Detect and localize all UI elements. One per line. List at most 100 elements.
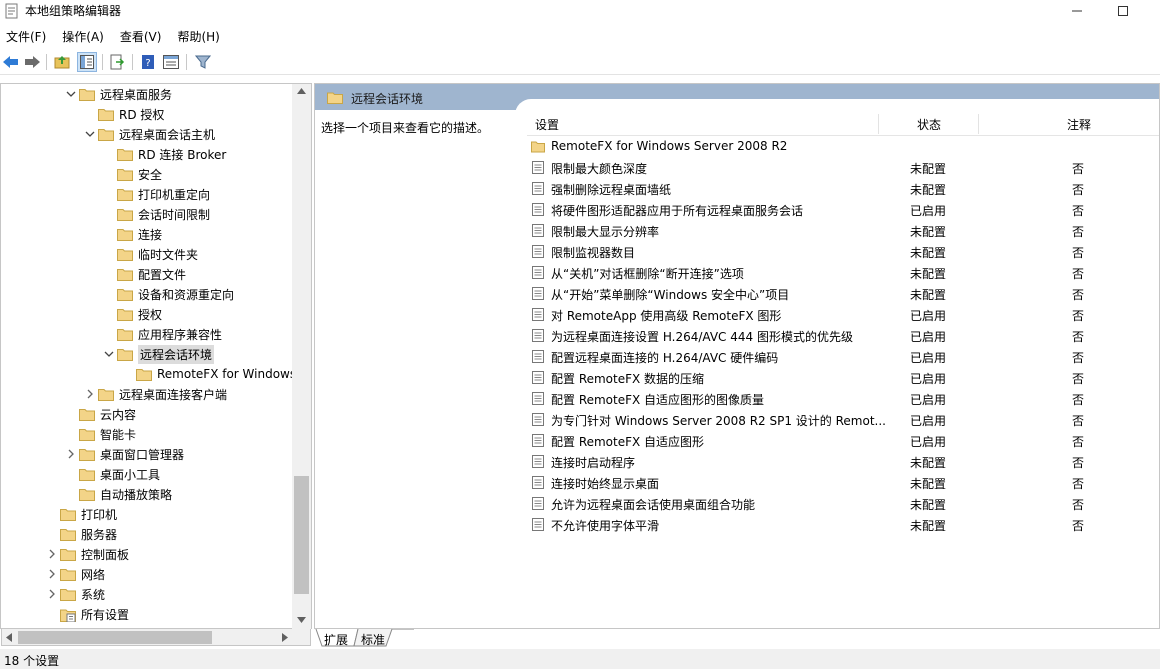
tree-node[interactable]: 设备和资源重定向 xyxy=(101,284,234,304)
menu-help[interactable]: 帮助(H) xyxy=(171,26,219,46)
setting-icon xyxy=(532,203,544,216)
tree-node[interactable]: 控制面板 xyxy=(44,544,129,564)
tree-node[interactable]: 网络 xyxy=(44,564,105,584)
setting-icon xyxy=(532,455,544,468)
tab-extended[interactable]: 扩展 xyxy=(324,629,348,647)
chevron-right-icon[interactable] xyxy=(63,444,79,464)
maximize-button[interactable] xyxy=(1100,0,1146,22)
setting-row[interactable]: 配置 RemoteFX 自适应图形 已启用 否 xyxy=(532,430,1152,451)
setting-row[interactable]: 为远程桌面连接设置 H.264/AVC 444 图形模式的优先级 已启用 否 xyxy=(532,325,1152,346)
tree-node[interactable]: 云内容 xyxy=(63,404,136,424)
column-comment[interactable]: 注释 xyxy=(1067,116,1091,133)
setting-name: 配置远程桌面连接的 H.264/AVC 硬件编码 xyxy=(551,351,779,365)
back-arrow-icon xyxy=(3,56,18,68)
chevron-right-icon[interactable] xyxy=(44,544,60,564)
tree-node[interactable]: 连接 xyxy=(101,224,162,244)
setting-row[interactable]: 连接时启动程序 未配置 否 xyxy=(532,451,1152,472)
setting-row[interactable]: 对 RemoteApp 使用高级 RemoteFX 图形 已启用 否 xyxy=(532,304,1152,325)
tree-node[interactable]: 远程桌面会话主机 xyxy=(82,124,215,144)
tree-node[interactable]: 打印机重定向 xyxy=(101,184,210,204)
setting-icon xyxy=(532,224,544,237)
setting-name: 从“关机”对话框删除“断开连接”选项 xyxy=(551,267,744,281)
menu-action[interactable]: 操作(A) xyxy=(56,26,104,46)
setting-row[interactable]: 从“关机”对话框删除“断开连接”选项 未配置 否 xyxy=(532,262,1152,283)
column-divider[interactable] xyxy=(878,114,879,134)
setting-row[interactable]: 限制最大颜色深度 未配置 否 xyxy=(532,157,1152,178)
show-hide-tree-button[interactable] xyxy=(77,52,97,72)
tree-node[interactable]: 临时文件夹 xyxy=(101,244,198,264)
setting-icon xyxy=(532,497,544,510)
up-folder-button[interactable] xyxy=(52,52,72,72)
chevron-right-icon[interactable] xyxy=(44,584,60,604)
setting-state: 未配置 xyxy=(910,162,947,176)
setting-row[interactable]: 从“开始”菜单删除“Windows 安全中心”项目 未配置 否 xyxy=(532,283,1152,304)
tree-node[interactable]: 安全 xyxy=(101,164,162,184)
tree-node-label: 远程桌面连接客户端 xyxy=(119,387,228,402)
tree-node[interactable]: 远程会话环境 xyxy=(101,344,215,364)
setting-row[interactable]: 允许为远程桌面会话使用桌面组合功能 未配置 否 xyxy=(532,493,1152,514)
setting-row[interactable]: 限制最大显示分辨率 未配置 否 xyxy=(532,220,1152,241)
minimize-button[interactable] xyxy=(1054,0,1100,22)
tree-node[interactable]: 自动播放策略 xyxy=(63,484,172,504)
tree-node-label: 安全 xyxy=(138,167,163,182)
setting-name: 对 RemoteApp 使用高级 RemoteFX 图形 xyxy=(551,309,782,323)
menu-view[interactable]: 查看(V) xyxy=(114,26,162,46)
properties-button[interactable] xyxy=(161,52,181,72)
tree-node[interactable]: 桌面小工具 xyxy=(63,464,160,484)
folder-icon xyxy=(117,188,133,201)
filter-button[interactable] xyxy=(193,52,213,72)
setting-state: 已启用 xyxy=(910,435,947,449)
export-list-button[interactable] xyxy=(107,52,127,72)
tab-standard[interactable]: 标准 xyxy=(361,629,385,647)
tree-node[interactable]: RD 授权 xyxy=(82,104,164,124)
menu-file[interactable]: 文件(F) xyxy=(0,26,46,46)
scroll-thumb[interactable] xyxy=(18,631,212,644)
setting-row[interactable]: 强制删除远程桌面墙纸 未配置 否 xyxy=(532,178,1152,199)
setting-state: 已启用 xyxy=(910,204,947,218)
setting-row[interactable]: 为专门针对 Windows Server 2008 R2 SP1 设计的 Rem… xyxy=(532,409,1152,430)
back-button[interactable] xyxy=(1,52,21,72)
setting-row[interactable]: 限制监视器数目 未配置 否 xyxy=(532,241,1152,262)
scroll-thumb[interactable] xyxy=(294,476,309,594)
setting-row[interactable]: 将硬件图形适配器应用于所有远程桌面服务会话 已启用 否 xyxy=(532,199,1152,220)
setting-row[interactable]: 不允许使用字体平滑 未配置 否 xyxy=(532,514,1152,535)
setting-state: 已启用 xyxy=(910,414,947,428)
pane-title: 远程会话环境 xyxy=(351,92,424,106)
chevron-down-icon[interactable] xyxy=(63,84,79,104)
tree-node[interactable]: 会话时间限制 xyxy=(101,204,210,224)
tree-horizontal-scrollbar[interactable] xyxy=(1,629,311,646)
folder-icon xyxy=(98,128,114,141)
chevron-right-icon[interactable] xyxy=(82,384,98,404)
tree-vertical-scrollbar[interactable] xyxy=(292,84,311,629)
tree-node[interactable]: 应用程序兼容性 xyxy=(101,324,222,344)
tree-node[interactable]: 远程桌面连接客户端 xyxy=(82,384,227,404)
setting-state: 已启用 xyxy=(910,351,947,365)
forward-button[interactable] xyxy=(22,52,42,72)
tree-node[interactable]: RD 连接 Broker xyxy=(101,144,226,164)
column-setting[interactable]: 设置 xyxy=(535,116,559,133)
tree-node[interactable]: 智能卡 xyxy=(63,424,136,444)
help-button[interactable]: ? xyxy=(138,52,158,72)
setting-row[interactable]: 连接时始终显示桌面 未配置 否 xyxy=(532,472,1152,493)
setting-row[interactable]: 配置远程桌面连接的 H.264/AVC 硬件编码 已启用 否 xyxy=(532,346,1152,367)
tree-node[interactable]: 远程桌面服务 xyxy=(63,84,172,104)
folder-row[interactable]: RemoteFX for Windows Server 2008 R2 xyxy=(531,136,1152,157)
setting-row[interactable]: 配置 RemoteFX 数据的压缩 已启用 否 xyxy=(532,367,1152,388)
folder-icon xyxy=(531,141,545,153)
tree-node[interactable]: RemoteFX for Windows xyxy=(120,364,296,384)
tree-node[interactable]: 服务器 xyxy=(44,524,117,544)
tree-node[interactable]: 配置文件 xyxy=(101,264,186,284)
column-divider[interactable] xyxy=(978,114,979,134)
column-state[interactable]: 状态 xyxy=(917,116,941,133)
setting-row[interactable]: 配置 RemoteFX 自适应图形的图像质量 已启用 否 xyxy=(532,388,1152,409)
chevron-down-icon[interactable] xyxy=(82,124,98,144)
tree-node-label: 远程会话环境 xyxy=(138,344,215,364)
toolbar-separator xyxy=(46,54,47,70)
tree-node[interactable]: 打印机 xyxy=(44,504,117,524)
tree-node[interactable]: 授权 xyxy=(101,304,162,324)
tree-node[interactable]: 桌面窗口管理器 xyxy=(63,444,184,464)
tree-node[interactable]: 所有设置 xyxy=(44,604,129,624)
chevron-down-icon[interactable] xyxy=(101,344,117,364)
chevron-right-icon[interactable] xyxy=(44,564,60,584)
tree-node[interactable]: 系统 xyxy=(44,584,105,604)
